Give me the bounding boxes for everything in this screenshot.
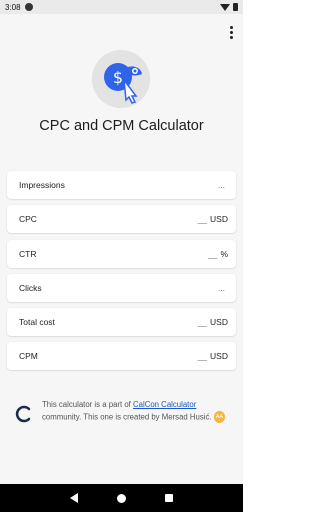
field-label: Impressions	[19, 180, 65, 190]
total-cost-field[interactable]: Total cost __ USD	[7, 308, 236, 337]
svg-text:$: $	[113, 68, 123, 87]
field-label: Total cost	[19, 317, 55, 328]
calculator-fields: Impressions ... CPC __ USD CTR __ % Clic…	[7, 171, 236, 377]
calcon-link[interactable]: CalCon Calculator	[133, 400, 196, 409]
impressions-field[interactable]: Impressions ...	[7, 171, 236, 199]
cpm-field[interactable]: CPM __ USD	[7, 342, 236, 371]
field-label: CPC	[19, 214, 37, 225]
calcon-brand-icon	[15, 405, 31, 423]
footer-text-after: community. This one is created by Mersad…	[42, 411, 212, 421]
footer-text-before: This calculator is a part of	[42, 400, 134, 409]
wifi-icon	[220, 3, 230, 11]
field-unit: USD	[210, 351, 228, 362]
field-value: __	[207, 248, 218, 259]
field-value: __	[197, 317, 208, 328]
status-bar: 3:08	[0, 0, 243, 14]
community-footer: This calculator is a part of CalCon Calc…	[14, 400, 232, 424]
clicks-field[interactable]: Clicks ...	[7, 273, 236, 302]
app-content: $ CPC and CPM Calculator Impressions ...…	[0, 14, 243, 484]
page-title: CPC and CPM Calculator	[39, 118, 204, 134]
field-unit: USD	[210, 214, 228, 225]
recents-icon[interactable]	[165, 494, 174, 502]
home-icon[interactable]	[116, 493, 126, 503]
field-value: __	[197, 214, 208, 225]
ctr-field[interactable]: CTR __ %	[7, 239, 236, 268]
field-label: Clicks	[19, 282, 42, 293]
field-value: ...	[217, 180, 225, 190]
field-label: CPM	[19, 351, 38, 362]
field-value: __	[197, 351, 208, 362]
screen: 3:08 $ CPC and CPM Calculator Impression…	[0, 0, 243, 512]
field-value: ...	[217, 282, 225, 293]
back-icon[interactable]	[69, 493, 78, 503]
cpc-field[interactable]: CPC __ USD	[7, 205, 236, 234]
field-label: CTR	[19, 248, 37, 259]
field-unit: USD	[210, 317, 228, 328]
field-unit: %	[220, 248, 228, 259]
overflow-menu-icon[interactable]	[225, 24, 237, 40]
calculator-logo-icon: $	[92, 50, 150, 108]
navigation-bar	[0, 484, 243, 512]
status-icons	[220, 3, 238, 11]
footer-text: This calculator is a part of CalCon Calc…	[42, 400, 232, 423]
battery-icon	[233, 3, 238, 11]
status-time: 3:08	[5, 2, 21, 12]
notification-icon	[24, 3, 33, 11]
author-badge: AA	[213, 410, 226, 423]
